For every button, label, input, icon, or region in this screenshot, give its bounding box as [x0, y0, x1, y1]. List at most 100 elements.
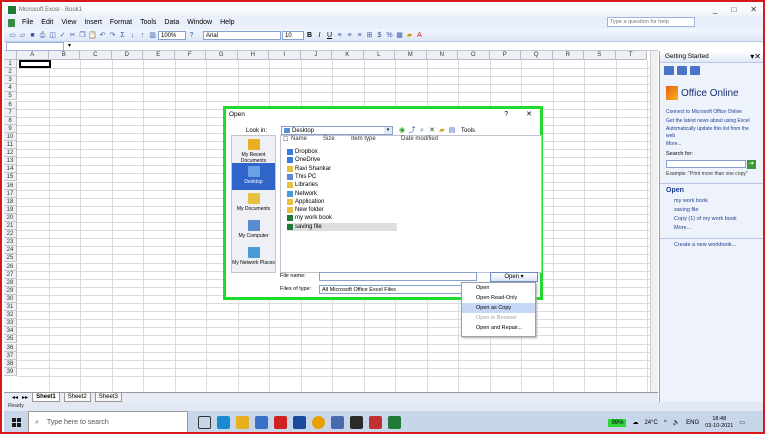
notification-icon[interactable]: ▭: [739, 419, 745, 426]
place-computer[interactable]: My Computer: [232, 217, 275, 244]
menu-insert[interactable]: Insert: [83, 19, 103, 26]
new-folder-icon[interactable]: ▰: [438, 126, 446, 135]
align-left-icon[interactable]: ≡: [335, 31, 344, 40]
look-in-combo[interactable]: Desktop ▾: [281, 126, 393, 135]
bold-icon[interactable]: B: [305, 31, 314, 40]
font-color-icon[interactable]: A: [415, 31, 424, 40]
office-icon[interactable]: [274, 416, 287, 429]
mail-icon[interactable]: [293, 416, 306, 429]
row-header[interactable]: 8: [4, 116, 17, 125]
column-header[interactable]: D: [111, 51, 143, 60]
column-header[interactable]: M: [395, 51, 427, 60]
sheet-tab-3[interactable]: Sheet3: [94, 393, 122, 402]
taskbar-search-input[interactable]: ⌕ Type here to search: [28, 411, 188, 432]
col-name[interactable]: Name: [291, 136, 307, 142]
create-workbook-link[interactable]: Create a new workbook...: [660, 237, 763, 250]
spelling-icon[interactable]: ✓: [58, 31, 67, 40]
recent-file-2[interactable]: saving file: [660, 206, 763, 215]
column-header[interactable]: Q: [521, 51, 553, 60]
row-header[interactable]: 11: [4, 141, 17, 150]
row-header[interactable]: 13: [4, 157, 17, 166]
app-icon[interactable]: [331, 416, 344, 429]
task-link-news[interactable]: Get the latest news about using Excel: [660, 117, 763, 126]
row-header[interactable]: 5: [4, 92, 17, 101]
autosum-icon[interactable]: Σ: [118, 31, 127, 40]
row-header[interactable]: 10: [4, 132, 17, 141]
column-header[interactable]: P: [489, 51, 521, 60]
task-link-more[interactable]: More...: [660, 140, 763, 149]
app-red-icon[interactable]: [369, 416, 382, 429]
file-list-item[interactable]: Ravi Shankar: [287, 165, 397, 173]
row-header[interactable]: 26: [4, 262, 17, 271]
row-header[interactable]: 23: [4, 238, 17, 247]
file-list-item[interactable]: This PC: [287, 173, 397, 181]
menu-open-as-copy[interactable]: Open as Copy: [462, 303, 535, 313]
vertical-scrollbar[interactable]: [650, 51, 658, 392]
dialog-close-button[interactable]: ✕: [526, 109, 532, 121]
borders-icon[interactable]: ▦: [395, 31, 404, 40]
file-list-item[interactable]: OneDrive: [287, 156, 397, 164]
font-combo[interactable]: Arial: [203, 30, 281, 40]
row-header[interactable]: 31: [4, 303, 17, 312]
menu-format[interactable]: Format: [109, 19, 133, 26]
fill-color-icon[interactable]: ▰: [405, 31, 414, 40]
delete-icon[interactable]: ✕: [428, 126, 436, 135]
name-box[interactable]: [6, 42, 64, 51]
row-header[interactable]: 30: [4, 294, 17, 303]
row-header[interactable]: 4: [4, 84, 17, 93]
col-size[interactable]: Size: [323, 136, 335, 142]
merge-icon[interactable]: ⊞: [365, 31, 374, 40]
task-search-input[interactable]: ➜: [666, 159, 756, 169]
file-list[interactable]: ☐ Name Size Item type Date modified Drop…: [280, 135, 542, 273]
row-header[interactable]: 29: [4, 286, 17, 295]
copy-icon[interactable]: ❐: [78, 31, 87, 40]
row-header[interactable]: 7: [4, 108, 17, 117]
app-dark-icon[interactable]: [350, 416, 363, 429]
close-button[interactable]: ✕: [750, 5, 757, 14]
file-type-combo[interactable]: All Microsoft Office Excel Files: [319, 285, 463, 294]
dialog-help-button[interactable]: ?: [504, 109, 508, 121]
task-pane-close-icon[interactable]: ▾✕: [750, 51, 761, 63]
search-go-icon[interactable]: ➜: [747, 159, 756, 169]
column-header[interactable]: J: [300, 51, 332, 60]
row-header[interactable]: 32: [4, 311, 17, 320]
menu-edit[interactable]: Edit: [40, 19, 54, 26]
menu-data[interactable]: Data: [163, 19, 180, 26]
redo-icon[interactable]: ↷: [108, 31, 117, 40]
file-list-item[interactable]: Dropbox: [287, 148, 397, 156]
sort-asc-icon[interactable]: ↓: [128, 31, 137, 40]
row-header[interactable]: 3: [4, 76, 17, 85]
language[interactable]: ENG: [686, 420, 699, 426]
row-header[interactable]: 35: [4, 335, 17, 344]
views-icon[interactable]: ▤: [448, 126, 456, 135]
row-header[interactable]: 6: [4, 100, 17, 109]
column-header[interactable]: K: [332, 51, 364, 60]
column-header[interactable]: T: [615, 51, 647, 60]
file-list-item[interactable]: New folder: [287, 206, 397, 214]
clock[interactable]: 18:48 03-10-2021: [705, 416, 733, 430]
next-sheet-icon[interactable]: ▸▸: [22, 394, 28, 401]
column-header[interactable]: R: [552, 51, 584, 60]
col-item-type[interactable]: Item type: [351, 136, 376, 142]
place-documents[interactable]: My Documents: [232, 190, 275, 217]
column-header[interactable]: A: [17, 51, 49, 60]
sheet-tab-2[interactable]: Sheet2: [63, 393, 91, 402]
underline-icon[interactable]: U: [325, 31, 334, 40]
store-icon[interactable]: [255, 416, 268, 429]
up-folder-icon[interactable]: ⤴: [408, 126, 416, 135]
back-folder-icon[interactable]: ◉: [398, 126, 406, 135]
battery-indicator[interactable]: 99%: [608, 418, 627, 427]
row-header[interactable]: 1: [4, 60, 17, 69]
start-button[interactable]: [4, 411, 28, 432]
place-recent[interactable]: My Recent Documents: [232, 136, 275, 164]
home-icon[interactable]: [690, 66, 700, 75]
chevron-up-icon[interactable]: ^: [664, 420, 667, 426]
row-header[interactable]: 34: [4, 327, 17, 336]
new-icon[interactable]: ▭: [8, 31, 17, 40]
row-header[interactable]: 2: [4, 68, 17, 77]
recent-file-1[interactable]: my work book: [660, 197, 763, 206]
edge-icon[interactable]: [217, 416, 230, 429]
row-header[interactable]: 27: [4, 270, 17, 279]
row-header[interactable]: 22: [4, 230, 17, 239]
temperature[interactable]: 24°C: [644, 420, 657, 426]
